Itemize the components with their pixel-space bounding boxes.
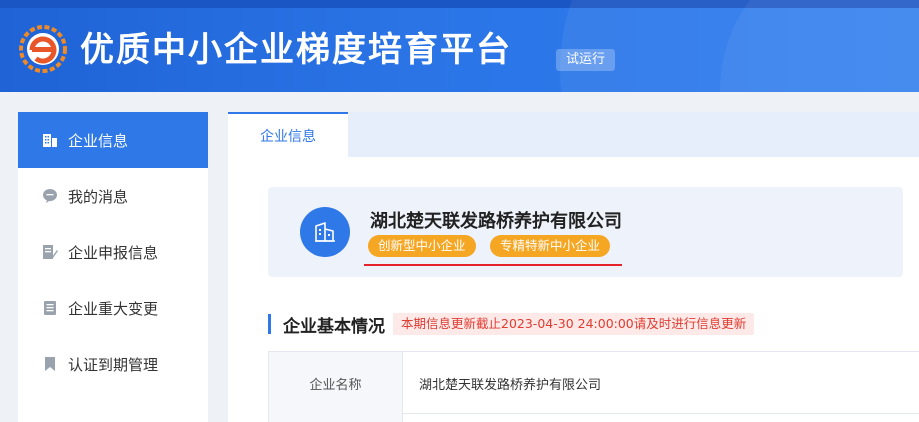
sidebar-item-label: 认证到期管理 bbox=[68, 355, 159, 374]
sidebar-item-certification-expiry[interactable]: 认证到期管理 bbox=[18, 336, 208, 392]
table-row-next-label bbox=[269, 414, 403, 422]
section-accent-bar bbox=[268, 314, 271, 334]
sidebar-item-messages[interactable]: 我的消息 bbox=[18, 168, 208, 224]
trial-badge: 试运行 bbox=[556, 49, 616, 71]
sidebar-item-label: 企业申报信息 bbox=[68, 243, 159, 262]
company-card: 湖北楚天联发路桥养护有限公司 创新型中小企业 专精特新中小企业 bbox=[268, 187, 903, 277]
sidebar-item-label: 企业信息 bbox=[68, 131, 129, 150]
tab-bar: 企业信息 bbox=[228, 112, 919, 157]
app-title: 优质中小企业梯度培育平台 bbox=[80, 30, 512, 70]
company-building-icon bbox=[300, 207, 350, 257]
header-decoration bbox=[720, 0, 919, 92]
sidebar-item-declaration-info[interactable]: 企业申报信息 bbox=[18, 224, 208, 280]
edit-document-icon bbox=[42, 244, 58, 260]
update-deadline-notice: 本期信息更新截止2023-04-30 24:00:00请及时进行信息更新 bbox=[393, 313, 755, 335]
section-title: 企业基本情况 bbox=[283, 316, 385, 337]
app-header: 优质中小企业梯度培育平台 试运行 bbox=[0, 0, 919, 92]
message-icon bbox=[42, 188, 58, 204]
tab-company-info[interactable]: 企业信息 bbox=[228, 112, 348, 157]
bookmark-icon bbox=[42, 356, 58, 372]
table-row: 企业名称 湖北楚天联发路桥养护有限公司 bbox=[269, 352, 919, 414]
section-header: 企业基本情况 本期信息更新截止2023-04-30 24:00:00请及时进行信… bbox=[268, 312, 755, 337]
company-tag-innovative: 创新型中小企业 bbox=[368, 235, 476, 257]
company-name: 湖北楚天联发路桥养护有限公司 bbox=[370, 211, 622, 232]
sidebar-item-label: 企业重大变更 bbox=[68, 299, 159, 318]
platform-logo-icon bbox=[19, 25, 67, 73]
sidebar-item-major-changes[interactable]: 企业重大变更 bbox=[18, 280, 208, 336]
highlight-underline bbox=[364, 264, 622, 266]
sidebar-item-label: 我的消息 bbox=[68, 187, 129, 206]
company-info-table: 企业名称 湖北楚天联发路桥养护有限公司 bbox=[268, 351, 919, 422]
table-row-label: 企业名称 bbox=[269, 352, 403, 414]
building-icon bbox=[42, 132, 58, 148]
sidebar-item-company-info[interactable]: 企业信息 bbox=[18, 112, 208, 168]
sidebar: 企业信息 我的消息 企业申报信息 企业重大变更 认证到期管理 bbox=[18, 112, 208, 422]
document-list-icon bbox=[42, 300, 58, 316]
company-tag-specialized: 专精特新中小企业 bbox=[490, 235, 611, 257]
main-content: 企业信息 湖北楚天联发路桥养护有限公司 创新型中小企业 专精特新中小企业 企业基… bbox=[228, 112, 919, 422]
table-row-value: 湖北楚天联发路桥养护有限公司 bbox=[419, 378, 602, 393]
